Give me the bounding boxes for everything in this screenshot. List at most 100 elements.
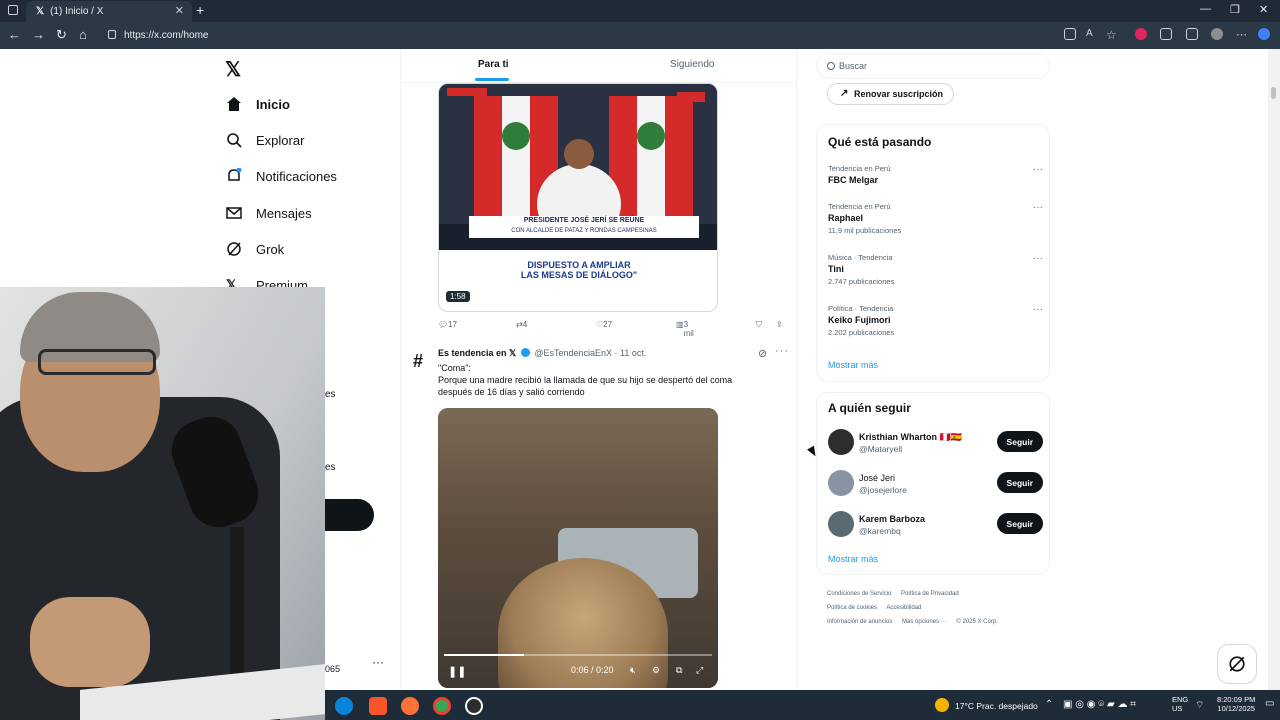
trend-item[interactable]: Música · Tendencia Tini 2.747 publicacio…: [828, 253, 1043, 293]
follow-button[interactable]: Seguir: [996, 431, 1043, 452]
follow-item[interactable]: Kristhian Wharton 🇵🇪🇪🇸 @Mataryell Seguir: [828, 429, 1043, 457]
extension-icon[interactable]: [1135, 28, 1147, 40]
brave-icon[interactable]: [369, 697, 387, 715]
author-handle[interactable]: @EsTendenciaEnX: [534, 348, 612, 358]
nav-notifications[interactable]: Notificaciones: [226, 164, 337, 188]
clock[interactable]: 8:20:09 PM 10/12/2025: [1217, 695, 1255, 713]
scrollbar-thumb[interactable]: [1271, 87, 1276, 99]
like-button[interactable]: ♡ 27: [596, 320, 612, 329]
forward-icon[interactable]: →: [32, 27, 45, 42]
wifi-icon[interactable]: ⌔: [1195, 699, 1204, 712]
translate-icon[interactable]: A: [1086, 28, 1098, 40]
extensions-icon[interactable]: [1160, 28, 1172, 40]
footer-link[interactable]: Política de cookies: [827, 605, 877, 611]
reader-icon[interactable]: [1064, 28, 1076, 40]
new-tab-icon[interactable]: +: [196, 2, 204, 18]
video-progress-bar[interactable]: [444, 654, 712, 656]
avatar[interactable]: [828, 470, 854, 496]
url-field[interactable]: https://x.com/home: [100, 25, 980, 46]
mute-icon[interactable]: 🔇︎: [630, 665, 636, 676]
firefox-icon[interactable]: [401, 697, 419, 715]
follow-item[interactable]: José Jeri @josejerlore Seguir: [828, 470, 1043, 498]
follow-name[interactable]: Kristhian Wharton 🇵🇪🇪🇸: [859, 432, 962, 443]
back-icon[interactable]: ←: [8, 27, 21, 42]
tab-for-you[interactable]: Para ti: [478, 59, 509, 70]
hashtag-avatar-icon[interactable]: #: [413, 351, 423, 372]
bookmark-icon[interactable]: ⛉: [756, 320, 762, 330]
settings-icon[interactable]: ⚙: [652, 665, 660, 676]
language-indicator[interactable]: ENG US: [1172, 695, 1188, 713]
favorites-icon[interactable]: [1186, 28, 1198, 40]
follow-item[interactable]: Karem Barboza @karembq Seguir: [828, 511, 1043, 539]
follow-name[interactable]: Karem Barboza: [859, 514, 925, 524]
profile-avatar[interactable]: [1211, 28, 1223, 40]
more-icon[interactable]: ···: [1033, 202, 1043, 213]
reload-icon[interactable]: ↻: [56, 27, 67, 43]
more-icon[interactable]: ···: [1033, 304, 1043, 315]
views-button[interactable]: ▥ 3 mil: [676, 320, 694, 338]
grok-icon[interactable]: ⊘: [758, 347, 768, 360]
tray-arrow-icon[interactable]: ⌃: [1045, 699, 1053, 710]
nav-messages[interactable]: Mensajes: [226, 201, 312, 225]
browser-tab[interactable]: 𝕏 (1) Inicio / X ✕: [26, 1, 192, 22]
more-icon[interactable]: ···: [775, 345, 789, 357]
video-thumbnail[interactable]: PRESIDENTE JOSÉ JERÍ SE REÚNE CON ALCALD…: [439, 84, 717, 250]
post-date[interactable]: · 11 oct.: [615, 348, 647, 358]
tab-menu-icon[interactable]: [8, 5, 18, 15]
repost-button[interactable]: ⇄ 4: [516, 320, 527, 329]
trend-item[interactable]: Tendencia en Perú FBC Melgar ···: [828, 164, 1043, 194]
x-logo-icon[interactable]: 𝕏: [225, 57, 241, 82]
video-player[interactable]: ❚❚ 0:06 / 0:20 🔇︎ ⚙ ⧉ ⤢: [438, 408, 718, 688]
chrome-icon[interactable]: [433, 697, 451, 715]
footer-link[interactable]: Información de anuncios: [827, 619, 892, 625]
footer-link[interactable]: Condiciones de Servicio: [827, 591, 891, 597]
edge-icon[interactable]: [335, 697, 353, 715]
pip-icon[interactable]: ⧉: [676, 665, 682, 676]
close-window-icon[interactable]: ✕: [1259, 3, 1268, 16]
home-icon[interactable]: ⌂: [79, 27, 87, 42]
lang-line2: US: [1172, 704, 1183, 713]
obs-icon[interactable]: [465, 697, 483, 715]
maximize-icon[interactable]: ❐: [1230, 3, 1240, 16]
footer-link[interactable]: Más opciones ···: [902, 619, 947, 625]
bookmark-star-icon[interactable]: ☆: [1106, 28, 1118, 42]
tab-following[interactable]: Siguiendo: [670, 59, 714, 70]
more-icon[interactable]: ···: [1033, 253, 1043, 264]
pause-icon[interactable]: ❚❚: [448, 665, 466, 678]
more-icon[interactable]: ···: [1033, 164, 1043, 175]
nav-explore[interactable]: Explorar: [226, 128, 304, 152]
follow-button[interactable]: Seguir: [996, 472, 1043, 493]
feed-divider-right: [796, 49, 797, 690]
nav-grok[interactable]: Grok: [226, 237, 284, 261]
notification-icon[interactable]: ▭: [1265, 698, 1274, 709]
copilot-icon[interactable]: [1258, 28, 1270, 40]
fullscreen-icon[interactable]: ⤢: [696, 665, 703, 676]
show-more-link[interactable]: Mostrar más: [828, 554, 878, 564]
show-more-link[interactable]: Mostrar más: [828, 360, 878, 370]
avatar[interactable]: [828, 429, 854, 455]
renew-subscription-button[interactable]: ↗ Renovar suscripción: [827, 83, 955, 105]
weather-text[interactable]: 17°C Prac. despejado: [955, 701, 1038, 711]
footer-link[interactable]: Política de Privacidad: [901, 591, 959, 597]
trend-item[interactable]: Política · Tendencia Keiko Fujimori 2.20…: [828, 304, 1043, 344]
post-video-card[interactable]: PRESIDENTE JOSÉ JERÍ SE REÚNE CON ALCALD…: [438, 83, 718, 312]
share-icon[interactable]: ⇪: [776, 320, 783, 329]
tab-close-icon[interactable]: ✕: [175, 4, 184, 17]
nav-home[interactable]: Inicio: [226, 92, 290, 116]
follow-name[interactable]: José Jeri: [859, 473, 895, 483]
reply-button[interactable]: 💬︎ 17: [438, 320, 457, 329]
page-scrollbar[interactable]: [1268, 49, 1280, 690]
weather-icon[interactable]: [935, 698, 949, 712]
menu-icon[interactable]: ⋯: [1236, 28, 1248, 41]
trend-item[interactable]: Tendencia en Perú Raphael 11,9 mil publi…: [828, 202, 1043, 242]
avatar[interactable]: [828, 511, 854, 537]
footer-link[interactable]: Accesibilidad: [886, 605, 921, 611]
minimize-icon[interactable]: —: [1200, 3, 1211, 15]
grok-chat-button[interactable]: [1217, 644, 1257, 684]
follow-button[interactable]: Seguir: [996, 513, 1043, 534]
post-button[interactable]: [325, 499, 374, 531]
tray-icons[interactable]: ▣ ◎ ◉ ⌾ ▰ ☁ ⌗: [1063, 699, 1136, 710]
account-more-icon[interactable]: ···: [372, 655, 384, 669]
search-input[interactable]: Buscar: [816, 53, 1050, 79]
author-name[interactable]: Es tendencia en 𝕏: [438, 348, 516, 358]
